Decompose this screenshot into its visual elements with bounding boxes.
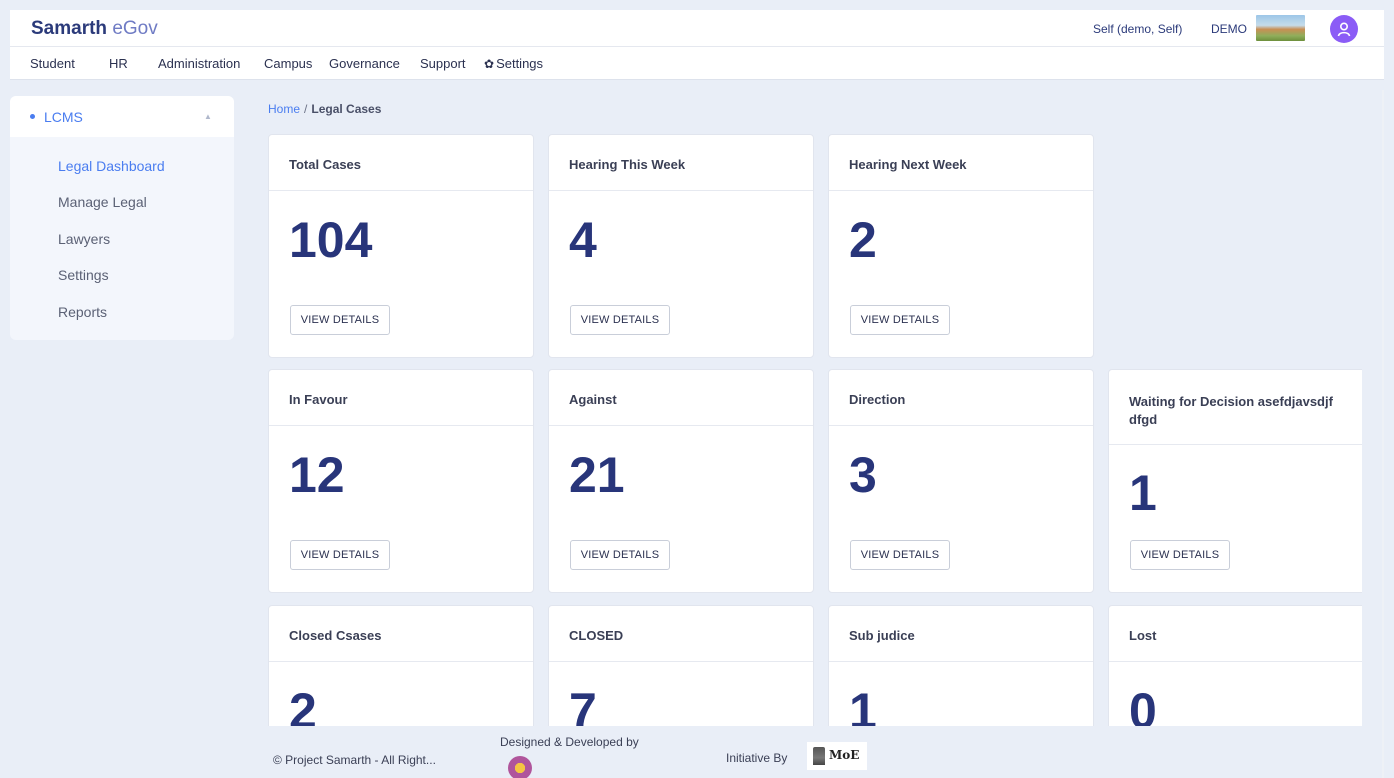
card-title: In Favour	[269, 370, 533, 426]
card-title: Closed Csases	[269, 606, 533, 662]
nav-settings[interactable]: ✿ Settings	[484, 56, 543, 71]
brand-main: Samarth	[31, 18, 108, 39]
card-value: 12	[289, 447, 345, 503]
nav-student[interactable]: Student	[30, 56, 75, 71]
sidebar-item-settings[interactable]: Settings	[58, 267, 109, 283]
view-details-button[interactable]: VIEW DETAILS	[570, 305, 670, 335]
view-details-button[interactable]: VIEW DETAILS	[850, 305, 950, 335]
card-value: 2	[849, 212, 877, 268]
card-title: Waiting for Decision asefdjavsdjf dfgd	[1109, 370, 1362, 445]
view-details-button[interactable]: VIEW DETAILS	[290, 540, 390, 570]
sidebar-section-title: LCMS	[44, 109, 83, 125]
card-total-cases: Total Cases 104 VIEW DETAILS	[268, 134, 534, 358]
brand-sub: eGov	[112, 18, 158, 39]
sidebar: LCMS ▲ Legal Dashboard Manage Legal Lawy…	[10, 96, 234, 340]
card-title: Against	[549, 370, 813, 426]
chevron-up-icon: ▲	[204, 112, 212, 121]
card-title: Direction	[829, 370, 1093, 426]
card-hearing-next-week: Hearing Next Week 2 VIEW DETAILS	[828, 134, 1094, 358]
user-role-label[interactable]: Self (demo, Self)	[1093, 22, 1182, 36]
card-against: Against 21 VIEW DETAILS	[548, 369, 814, 593]
breadcrumb-separator: /	[304, 102, 308, 116]
card-value: 4	[569, 212, 597, 268]
footer: © Project Samarth - All Right... Designe…	[10, 726, 1384, 778]
org-label[interactable]: DEMO	[1211, 22, 1247, 36]
sidebar-item-manage-legal[interactable]: Manage Legal	[58, 194, 147, 210]
view-details-button[interactable]: VIEW DETAILS	[850, 540, 950, 570]
card-direction: Direction 3 VIEW DETAILS	[828, 369, 1094, 593]
card-title: Total Cases	[269, 135, 533, 191]
card-value: 21	[569, 447, 625, 503]
user-avatar[interactable]	[1330, 15, 1358, 43]
card-in-favour: In Favour 12 VIEW DETAILS	[268, 369, 534, 593]
gear-icon: ✿	[484, 57, 495, 71]
nav-administration[interactable]: Administration	[158, 56, 240, 71]
card-value: 1	[1129, 465, 1157, 521]
card-waiting-for-decision: Waiting for Decision asefdjavsdjf dfgd 1…	[1108, 369, 1362, 593]
nav-hr[interactable]: HR	[109, 56, 128, 71]
footer-designed-by: Designed & Developed by	[500, 735, 639, 749]
card-closed: CLOSED 7	[548, 605, 814, 745]
emblem-icon	[813, 747, 825, 765]
sidebar-section-lcms[interactable]: LCMS ▲	[10, 96, 234, 137]
view-details-button[interactable]: VIEW DETAILS	[570, 540, 670, 570]
card-title: Lost	[1109, 606, 1362, 662]
breadcrumb-home[interactable]: Home	[268, 102, 300, 116]
card-closed-csases: Closed Csases 2	[268, 605, 534, 745]
nav-campus[interactable]: Campus	[264, 56, 312, 71]
card-title: CLOSED	[549, 606, 813, 662]
main-nav: Student HR Administration Campus Governa…	[10, 47, 1384, 80]
moe-logo[interactable]: MoE	[807, 742, 867, 770]
brand-logo[interactable]: Samarth eGov	[31, 18, 158, 40]
footer-copyright: © Project Samarth - All Right...	[273, 753, 436, 767]
breadcrumb: Home / Legal Cases	[268, 102, 381, 116]
bullet-dot-icon	[30, 114, 35, 119]
card-hearing-this-week: Hearing This Week 4 VIEW DETAILS	[548, 134, 814, 358]
nav-support[interactable]: Support	[420, 56, 466, 71]
developer-logo-icon[interactable]	[508, 756, 532, 778]
moe-logo-text: MoE	[829, 748, 860, 762]
user-icon	[1337, 22, 1351, 37]
campus-image	[1256, 15, 1305, 41]
page: Samarth eGov Self (demo, Self) DEMO Stud…	[10, 10, 1384, 778]
nav-governance[interactable]: Governance	[329, 56, 400, 71]
card-title: Sub judice	[829, 606, 1093, 662]
nav-settings-label: Settings	[496, 56, 544, 71]
card-sub-judice: Sub judice 1	[828, 605, 1094, 745]
footer-initiative: Initiative By	[726, 751, 788, 765]
card-value: 3	[849, 447, 877, 503]
breadcrumb-current: Legal Cases	[311, 102, 382, 116]
top-bar: Samarth eGov Self (demo, Self) DEMO	[10, 10, 1384, 47]
card-title: Hearing This Week	[549, 135, 813, 191]
view-details-button[interactable]: VIEW DETAILS	[1130, 540, 1230, 570]
sidebar-item-lawyers[interactable]: Lawyers	[58, 231, 110, 247]
sidebar-item-legal-dashboard[interactable]: Legal Dashboard	[58, 158, 165, 174]
card-lost: Lost 0	[1108, 605, 1362, 745]
view-details-button[interactable]: VIEW DETAILS	[290, 305, 390, 335]
card-title: Hearing Next Week	[829, 135, 1093, 191]
card-value: 104	[289, 212, 373, 268]
sidebar-item-reports[interactable]: Reports	[58, 304, 107, 320]
